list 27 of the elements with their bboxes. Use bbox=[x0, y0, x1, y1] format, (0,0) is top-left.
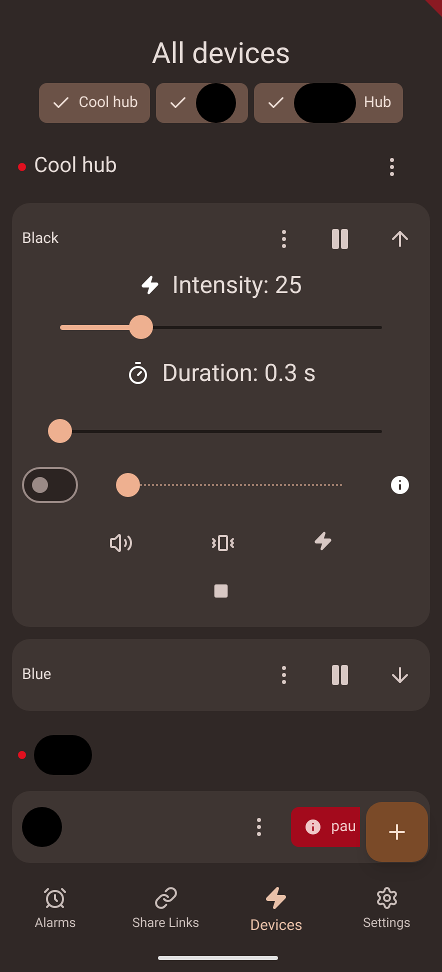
slider-thumb[interactable] bbox=[128, 314, 152, 338]
bolt-icon bbox=[140, 274, 160, 294]
duration-label: Duration: 0.3 s bbox=[162, 358, 316, 388]
nav-tab[interactable]: Devices bbox=[221, 886, 332, 950]
bolt-icon[interactable] bbox=[313, 530, 333, 550]
filter-chip[interactable] bbox=[156, 82, 248, 122]
page-title: All devices bbox=[150, 36, 292, 73]
device-name: Blue bbox=[22, 664, 52, 686]
intensity-label: Intensity: 25 bbox=[172, 270, 302, 300]
filter-chip[interactable]: Cool hub bbox=[38, 82, 150, 122]
nav-tab[interactable]: Share Links bbox=[110, 886, 221, 950]
slider-thumb[interactable] bbox=[48, 418, 72, 442]
nav-tab[interactable]: Alarms bbox=[0, 886, 110, 950]
link-icon bbox=[154, 886, 178, 910]
redaction-mark bbox=[22, 806, 62, 846]
status-badge[interactable]: pau bbox=[291, 806, 360, 846]
slider-thumb[interactable] bbox=[116, 472, 140, 496]
redaction-mark bbox=[34, 734, 92, 774]
gear-icon bbox=[374, 886, 399, 910]
alarm-clock-icon bbox=[43, 886, 68, 910]
hub-name: Cool hub bbox=[34, 152, 117, 180]
toggle-switch[interactable] bbox=[22, 466, 78, 502]
bolt-icon bbox=[264, 886, 288, 910]
device-name: Black bbox=[22, 228, 59, 250]
nav-tab[interactable]: Settings bbox=[332, 886, 442, 950]
filter-chip[interactable]: Hub bbox=[254, 82, 404, 122]
stop-icon[interactable] bbox=[213, 582, 229, 598]
